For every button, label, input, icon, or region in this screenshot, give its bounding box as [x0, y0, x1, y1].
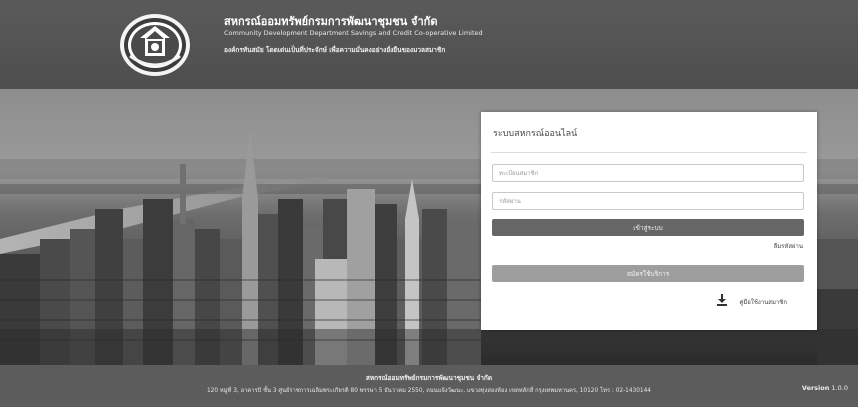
org-slogan: องค์กรทันสมัย โดดเด่นเป็นที่ประจักษ์ เพื… [224, 46, 446, 54]
footer-address: 120 หมู่ที่ 3, อาคารบี ชั้น 3 ศูนย์ราชกา… [206, 388, 651, 394]
forgot-password-link[interactable]: ลืมรหัสผ่าน [774, 241, 803, 251]
site-header: สหกรณ์ออมทรัพย์กรมการพัฒนาชุมชน จำกัด Co… [0, 0, 858, 89]
download-icon[interactable] [717, 294, 727, 306]
divider [491, 152, 807, 153]
site-footer: สหกรณ์ออมทรัพย์กรมการพัฒนาชุมชน จำกัด 12… [0, 365, 858, 407]
login-card: ระบบสหกรณ์ออนไลน์ เข้าสู่ระบบ ลืมรหัสผ่า… [481, 112, 817, 330]
version-label: Version [801, 384, 830, 392]
register-button[interactable]: สมัครใช้บริการ [492, 265, 804, 282]
version-number: 1.0.0 [831, 384, 848, 392]
login-button[interactable]: เข้าสู่ระบบ [492, 219, 804, 236]
password-input[interactable] [492, 192, 804, 210]
org-name-english: Community Development Department Savings… [224, 29, 483, 37]
login-title: ระบบสหกรณ์ออนไลน์ [493, 129, 578, 139]
username-input[interactable] [492, 164, 804, 182]
version-info: Version 1.0.0 [802, 384, 848, 392]
cooperative-seal-logo [120, 14, 190, 76]
footer-org-name: สหกรณ์ออมทรัพย์กรมการพัฒนาชุมชน จำกัด [365, 374, 493, 382]
org-name-thai: สหกรณ์ออมทรัพย์กรมการพัฒนาชุมชน จำกัด [224, 15, 438, 28]
member-manual-link[interactable]: คู่มือใช้งานสมาชิก [739, 297, 787, 307]
